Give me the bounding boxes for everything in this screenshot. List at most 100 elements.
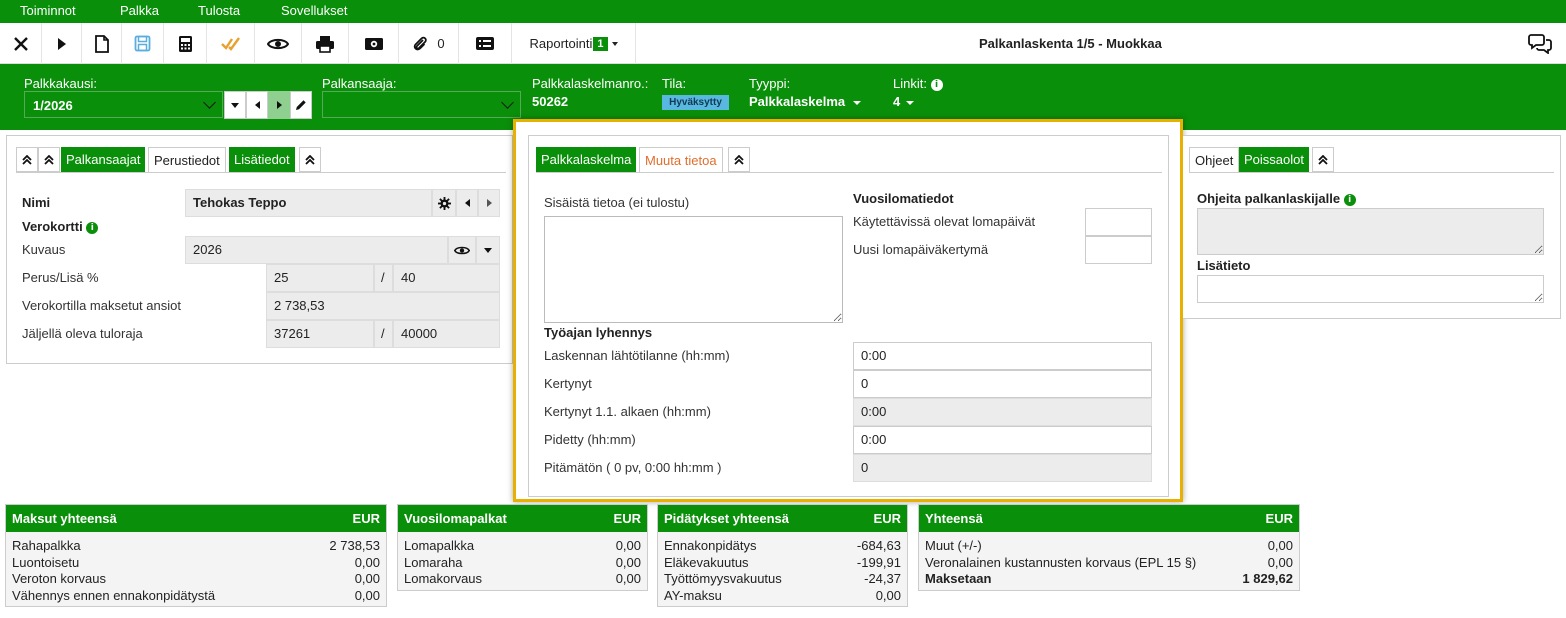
tab-ohjeet[interactable]: Ohjeet (1189, 147, 1240, 172)
payment-button[interactable] (349, 23, 399, 64)
eye-icon (267, 38, 289, 49)
collapse-right-button[interactable] (1312, 147, 1334, 172)
links-value: 4 (893, 94, 901, 109)
expand-section-button[interactable] (299, 147, 321, 172)
summary-row: Veronalainen kustannusten korvaus (EPL 1… (919, 555, 1299, 572)
instructions-label: Ohjeita palkanlaskijalle (1197, 191, 1341, 206)
chat-button[interactable] (1528, 33, 1552, 57)
chevron-down-icon (203, 96, 216, 109)
menu-palkka[interactable]: Palkka (120, 3, 159, 18)
summary-title: Pidätykset yhteensä (664, 511, 790, 526)
paid-income-field: 2 738,53 (266, 292, 500, 320)
preview-button[interactable] (255, 23, 302, 64)
wt-accrued-since-label: Kertynyt 1.1. alkaen (hh:mm) (544, 404, 711, 419)
period-menu-button[interactable] (224, 91, 246, 119)
description-field[interactable]: 2026 (185, 236, 448, 264)
previous-employee-button[interactable] (456, 189, 478, 217)
tab-perustiedot[interactable]: Perustiedot (148, 147, 226, 172)
base-rate-field[interactable]: 25 (266, 264, 374, 292)
extra-info-textarea[interactable] (1197, 275, 1544, 303)
menu-tulosta[interactable]: Tulosta (198, 3, 240, 18)
type-dropdown[interactable]: Palkkalaskelma (749, 94, 861, 109)
summary-row-total: Maksetaan 1 829,62 (919, 571, 1299, 588)
wt-taken-input[interactable]: 0:00 (853, 426, 1152, 454)
left-tabbar (16, 172, 506, 173)
row-label: AY-maksu (664, 587, 722, 603)
view-taxcard-button[interactable] (448, 236, 476, 264)
calculate-button[interactable] (164, 23, 207, 64)
summary-title: Maksut yhteensä (12, 511, 117, 526)
row-value: -24,37 (864, 571, 901, 586)
info-icon[interactable]: i (86, 222, 99, 234)
employee-select[interactable] (322, 91, 521, 118)
wt-start-input[interactable]: 0:00 (853, 342, 1152, 370)
summary-currency: EUR (1265, 511, 1293, 526)
double-chevron-up-icon (22, 154, 32, 165)
money-icon (364, 37, 383, 50)
tab-muuta-tietoa[interactable]: Muuta tietoa (639, 147, 723, 172)
row-label: Lomapalkka (404, 538, 475, 553)
holiday-available-input[interactable] (1085, 208, 1152, 236)
links-label-text: Linkit: (893, 76, 927, 91)
new-document-button[interactable] (82, 23, 122, 64)
next-period-button[interactable] (268, 91, 290, 119)
list-button[interactable] (459, 23, 512, 64)
status-label: Tila: (662, 76, 687, 91)
summary-row: Lomaraha 0,00 (398, 555, 647, 572)
chat-bubbles-icon (1528, 34, 1552, 55)
name-field[interactable]: Tehokas Teppo (185, 189, 432, 217)
menu-sovellukset[interactable]: Sovellukset (281, 3, 347, 18)
extra-rate-field[interactable]: 40 (393, 264, 500, 292)
instructions-textarea[interactable] (1197, 208, 1544, 255)
tab-lisatiedot[interactable]: Lisätiedot (229, 147, 295, 172)
previous-period-button[interactable] (246, 91, 268, 119)
summary-row: Luontoisetu 0,00 (6, 555, 386, 572)
info-icon[interactable]: i (1343, 194, 1356, 206)
paperclip-icon (414, 36, 428, 50)
holiday-available-label: Käytettävissä olevat lomapäivät (853, 214, 1036, 229)
caret-left-icon (254, 101, 260, 109)
pencil-icon (296, 100, 306, 110)
period-value: 1/2026 (33, 98, 73, 113)
internal-info-textarea[interactable] (544, 216, 843, 323)
calc-number-value: 50262 (532, 94, 569, 109)
save-icon (134, 35, 151, 52)
collapse-all-button[interactable] (16, 147, 38, 172)
taxcard-menu-button[interactable] (476, 236, 500, 264)
collapse-middle-button[interactable] (728, 147, 750, 172)
row-label: Ennakonpidätys (664, 538, 757, 553)
links-label: Linkit: i (893, 76, 943, 91)
next-employee-button[interactable] (478, 189, 500, 217)
employee-settings-button[interactable] (432, 189, 456, 217)
document-icon (94, 34, 109, 53)
info-icon[interactable]: i (930, 79, 943, 91)
close-button[interactable] (0, 23, 42, 64)
run-button[interactable] (42, 23, 82, 64)
paid-income-label: Verokortilla maksetut ansiot (22, 298, 181, 313)
reporting-dropdown[interactable]: Raportointi 1 (512, 23, 636, 64)
row-label: Veroton korvaus (12, 571, 106, 586)
right-tabbar (1189, 172, 1554, 173)
print-button[interactable] (302, 23, 349, 64)
summary-title: Yhteensä (925, 511, 983, 526)
edit-period-button[interactable] (290, 91, 312, 119)
instructions-heading: Ohjeita palkanlaskijalle i (1197, 191, 1356, 206)
approve-button[interactable] (207, 23, 255, 64)
wt-start-label: Laskennan lähtötilanne (hh:mm) (544, 348, 730, 363)
collapse-button[interactable] (38, 147, 60, 172)
links-dropdown[interactable]: 4 (893, 94, 914, 109)
wt-accrued-input[interactable]: 0 (853, 370, 1152, 398)
holiday-new-input[interactable] (1085, 236, 1152, 264)
holiday-title: Vuosilomatiedot (853, 191, 954, 206)
working-time-title: Työajan lyhennys (544, 325, 653, 340)
tab-palkansaajat[interactable]: Palkansaajat (61, 147, 146, 172)
attachments-button[interactable]: 0 (399, 23, 459, 64)
save-button[interactable] (122, 23, 164, 64)
tab-palkkalaskelma[interactable]: Palkkalaskelma (536, 147, 637, 172)
caret-left-icon (464, 199, 470, 207)
tab-poissaolot[interactable]: Poissaolot (1239, 147, 1309, 172)
row-label: Eläkevakuutus (664, 554, 749, 570)
deductions-summary: Pidätykset yhteensä EUR Ennakonpidätys -68… (657, 504, 908, 607)
menu-toiminnot[interactable]: Toiminnot (20, 3, 76, 18)
period-select[interactable]: 1/2026 (24, 91, 223, 118)
